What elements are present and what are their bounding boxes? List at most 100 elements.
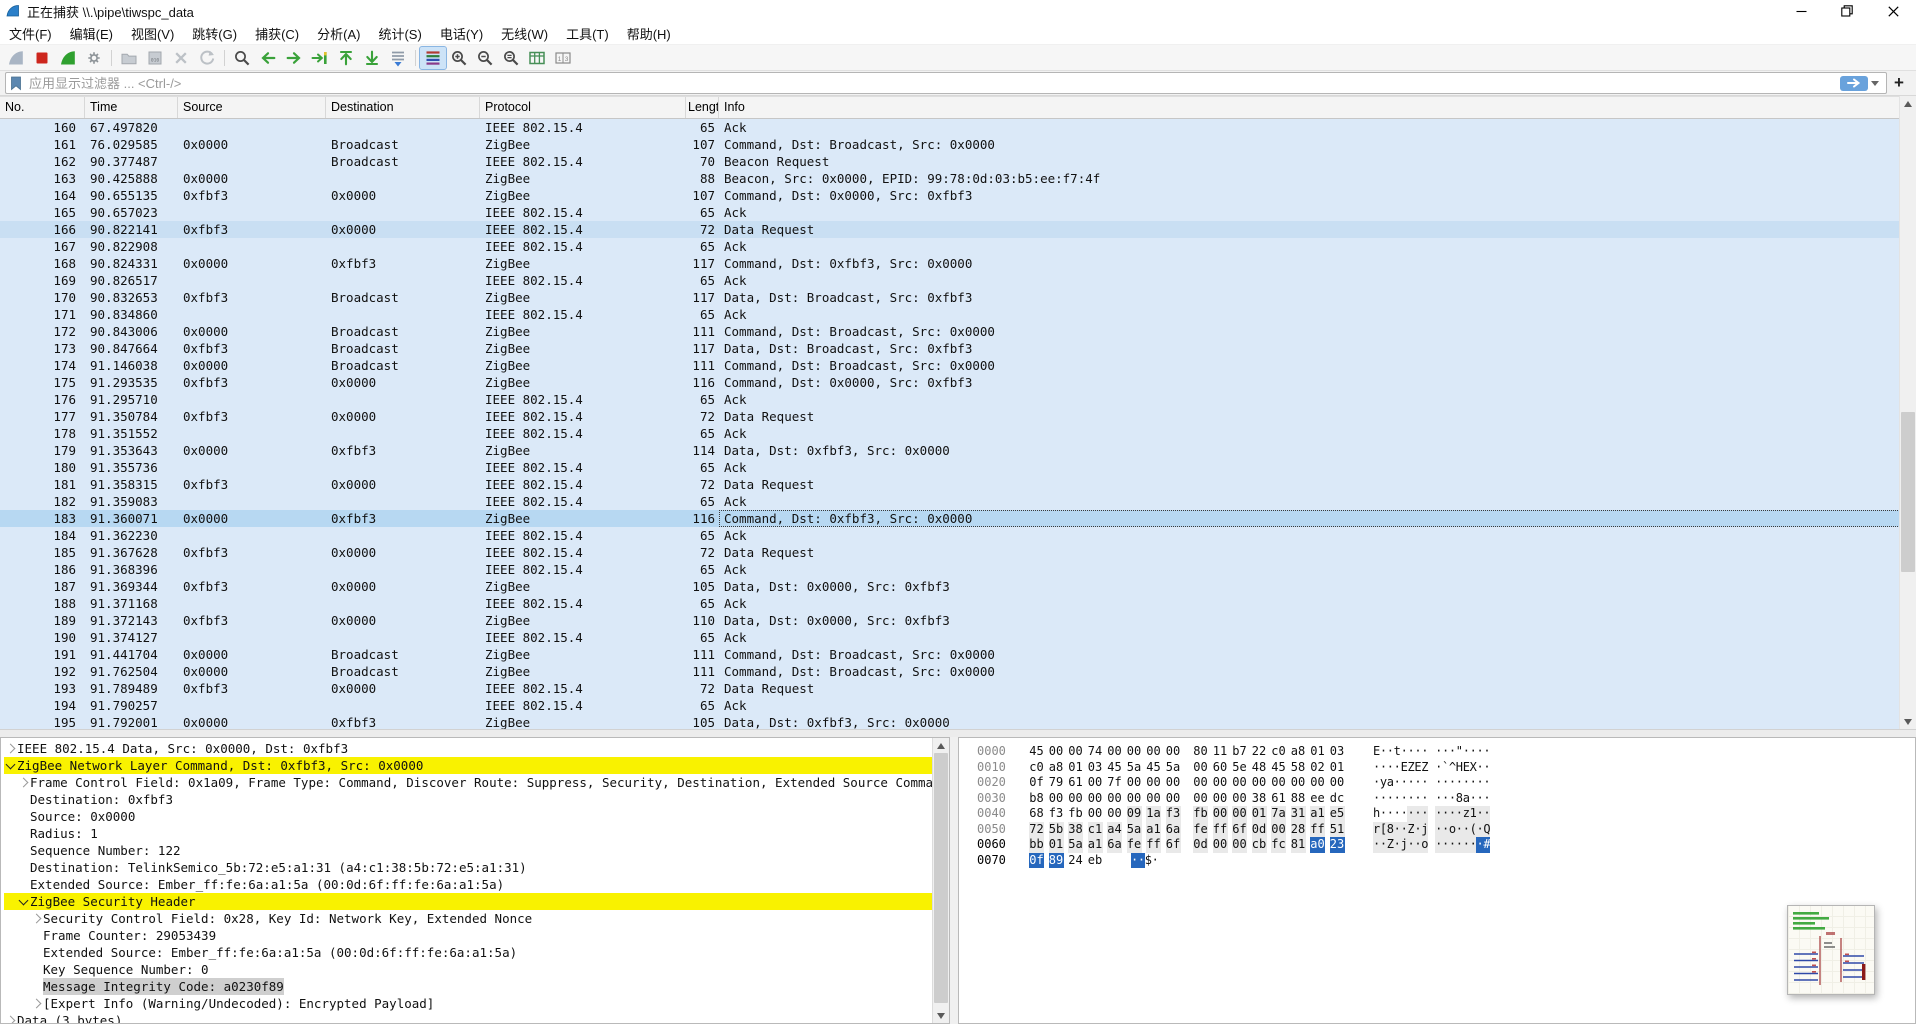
column-header-destination[interactable]: Destination [326, 97, 480, 118]
collapsed-arrow-icon[interactable] [30, 915, 43, 922]
packet-row[interactable]: 18491.362230IEEE 802.15.465Ack [0, 527, 1900, 544]
detail-line[interactable]: Frame Counter: 29053439 [4, 927, 949, 944]
colorize-icon[interactable] [420, 47, 446, 69]
menu-4[interactable]: 跳转(G) [183, 22, 246, 45]
packet-row[interactable]: 16890.8243310x00000xfbf3ZigBee117Command… [0, 255, 1900, 272]
detail-line[interactable]: Security Control Field: 0x28, Key Id: Ne… [4, 910, 949, 927]
detail-line[interactable]: ZigBee Network Layer Command, Dst: 0xfbf… [4, 757, 949, 774]
packet-row[interactable]: 18691.368396IEEE 802.15.465Ack [0, 561, 1900, 578]
go-forward-icon[interactable] [281, 47, 307, 69]
packet-row[interactable]: 19391.7894890xfbf30x0000IEEE 802.15.472D… [0, 680, 1900, 697]
detail-scrollbar[interactable] [932, 738, 949, 1023]
hex-row[interactable]: 0060bb015aa16afeff6f0d0000cbfc81a023··Z·… [977, 837, 1915, 853]
display-filter-input[interactable] [27, 75, 1836, 92]
schematic-preview-window[interactable] [1787, 905, 1875, 995]
packet-row[interactable]: 17290.8430060x0000BroadcastZigBee111Comm… [0, 323, 1900, 340]
packet-row[interactable]: 17991.3536430x00000xfbf3ZigBee114Data, D… [0, 442, 1900, 459]
scroll-down-arrow[interactable] [933, 1008, 949, 1023]
packet-list-scrollbar[interactable] [1899, 96, 1916, 729]
menu-1[interactable]: 文件(F) [0, 22, 61, 45]
collapsed-arrow-icon[interactable] [4, 745, 17, 752]
scroll-down-arrow[interactable] [1900, 714, 1916, 729]
stop-capture-icon[interactable] [29, 47, 55, 69]
detail-line[interactable]: Radius: 1 [4, 825, 949, 842]
packet-row[interactable]: 17390.8476640xfbf3BroadcastZigBee117Data… [0, 340, 1900, 357]
hex-row[interactable]: 0010c0a80103455a455a00605e4845580201····… [977, 760, 1915, 776]
collapsed-arrow-icon[interactable] [30, 1000, 43, 1007]
packet-row[interactable]: 16290.377487BroadcastIEEE 802.15.470Beac… [0, 153, 1900, 170]
packet-row[interactable]: 16790.822908IEEE 802.15.465Ack [0, 238, 1900, 255]
detail-line[interactable]: Data (3 bytes) [4, 1012, 949, 1024]
auto-scroll-icon[interactable] [385, 47, 411, 69]
packet-row[interactable]: 18291.359083IEEE 802.15.465Ack [0, 493, 1900, 510]
packet-row[interactable]: 18791.3693440xfbf30x0000ZigBee105Data, D… [0, 578, 1900, 595]
packet-row[interactable]: 18191.3583150xfbf30x0000IEEE 802.15.472D… [0, 476, 1900, 493]
menu-9[interactable]: 无线(W) [492, 22, 557, 45]
column-header-lengt[interactable]: Lengt [686, 97, 719, 118]
menu-10[interactable]: 工具(T) [557, 22, 618, 45]
packet-row-selected[interactable]: 18391.3600710x00000xfbf3ZigBee116Command… [0, 510, 1900, 527]
collapsed-arrow-icon[interactable] [4, 1017, 17, 1024]
detail-line[interactable]: Extended Source: Ember_ff:fe:6a:a1:5a (0… [4, 876, 949, 893]
packet-row[interactable]: 17691.295710IEEE 802.15.465Ack [0, 391, 1900, 408]
menu-3[interactable]: 视图(V) [122, 22, 183, 45]
collapsed-arrow-icon[interactable] [17, 779, 30, 786]
hex-row[interactable]: 004068f3fb0000091af3fb0000017a31a1e5h···… [977, 806, 1915, 822]
packet-row[interactable]: 16067.497820IEEE 802.15.465Ack [0, 119, 1900, 136]
packet-row[interactable]: 16490.6551350xfbf30x0000ZigBee107Command… [0, 187, 1900, 204]
column-header-no[interactable]: No. [0, 97, 85, 118]
scrollbar-thumb[interactable] [1901, 412, 1915, 572]
detail-line[interactable]: Source: 0x0000 [4, 808, 949, 825]
packet-row[interactable]: 17891.351552IEEE 802.15.465Ack [0, 425, 1900, 442]
hex-row[interactable]: 000045000074000000008011b722c0a80103E··t… [977, 744, 1915, 760]
column-header-source[interactable]: Source [178, 97, 326, 118]
scroll-up-arrow[interactable] [933, 738, 949, 753]
packet-row[interactable]: 18091.355736IEEE 802.15.465Ack [0, 459, 1900, 476]
detail-line[interactable]: Sequence Number: 122 [4, 842, 949, 859]
packet-row[interactable]: 18991.3721430xfbf30x0000ZigBee110Data, D… [0, 612, 1900, 629]
scroll-up-arrow[interactable] [1900, 96, 1916, 111]
packet-row[interactable]: 16690.8221410xfbf30x0000IEEE 802.15.472D… [0, 221, 1900, 238]
column-header-info[interactable]: Info [719, 97, 1900, 118]
go-first-icon[interactable] [333, 47, 359, 69]
menu-11[interactable]: 帮助(H) [618, 22, 680, 45]
packet-row[interactable]: 19491.790257IEEE 802.15.465Ack [0, 697, 1900, 714]
detail-line[interactable]: [Expert Info (Warning/Undecoded): Encryp… [4, 995, 949, 1012]
packet-row[interactable]: 19091.374127IEEE 802.15.465Ack [0, 629, 1900, 646]
packet-row[interactable]: 17591.2935350xfbf30x0000ZigBee116Command… [0, 374, 1900, 391]
restart-capture-icon[interactable] [55, 47, 81, 69]
expanded-arrow-icon[interactable] [17, 900, 30, 904]
menu-6[interactable]: 分析(A) [308, 22, 369, 45]
expanded-arrow-icon[interactable] [4, 764, 17, 768]
menu-2[interactable]: 编辑(E) [61, 22, 122, 45]
resize-columns-icon[interactable] [524, 47, 550, 69]
column-header-time[interactable]: Time [85, 97, 178, 118]
packet-row[interactable]: 16990.826517IEEE 802.15.465Ack [0, 272, 1900, 289]
filter-dropdown-caret[interactable] [1868, 81, 1882, 86]
zoom-in-icon[interactable] [446, 47, 472, 69]
detail-line[interactable]: Message Integrity Code: a0230f89 [4, 978, 949, 995]
hex-row[interactable]: 0050725b38c1a45aa16afeff6f0d0028ff51r[8·… [977, 822, 1915, 838]
detail-line[interactable]: Destination: 0xfbf3 [4, 791, 949, 808]
packet-row[interactable]: 17791.3507840xfbf30x0000IEEE 802.15.472D… [0, 408, 1900, 425]
packet-row[interactable]: 19291.7625040x0000BroadcastZigBee111Comm… [0, 663, 1900, 680]
detail-line[interactable]: Key Sequence Number: 0 [4, 961, 949, 978]
detail-line[interactable]: Frame Control Field: 0x1a09, Frame Type:… [4, 774, 949, 791]
hex-row[interactable]: 00700f8924eb··$· [977, 853, 1915, 869]
maximize-button[interactable] [1824, 0, 1870, 22]
packet-row[interactable]: 16390.4258880x0000ZigBee88Beacon, Src: 0… [0, 170, 1900, 187]
detail-line[interactable]: Extended Source: Ember_ff:fe:6a:a1:5a (0… [4, 944, 949, 961]
packet-row[interactable]: 17491.1460380x0000BroadcastZigBee111Comm… [0, 357, 1900, 374]
zoom-out-icon[interactable] [472, 47, 498, 69]
add-filter-button[interactable]: + [1887, 73, 1911, 93]
zoom-reset-icon[interactable] [498, 47, 524, 69]
packet-row[interactable]: 16176.0295850x0000BroadcastZigBee107Comm… [0, 136, 1900, 153]
go-back-icon[interactable] [255, 47, 281, 69]
packet-row[interactable]: 16590.657023IEEE 802.15.465Ack [0, 204, 1900, 221]
packet-row[interactable]: 17190.834860IEEE 802.15.465Ack [0, 306, 1900, 323]
go-last-icon[interactable] [359, 47, 385, 69]
packet-row[interactable]: 18591.3676280xfbf30x0000IEEE 802.15.472D… [0, 544, 1900, 561]
pane-splitter-vertical[interactable] [950, 737, 958, 1024]
menu-7[interactable]: 统计(S) [369, 22, 430, 45]
packet-row[interactable]: 18891.371168IEEE 802.15.465Ack [0, 595, 1900, 612]
